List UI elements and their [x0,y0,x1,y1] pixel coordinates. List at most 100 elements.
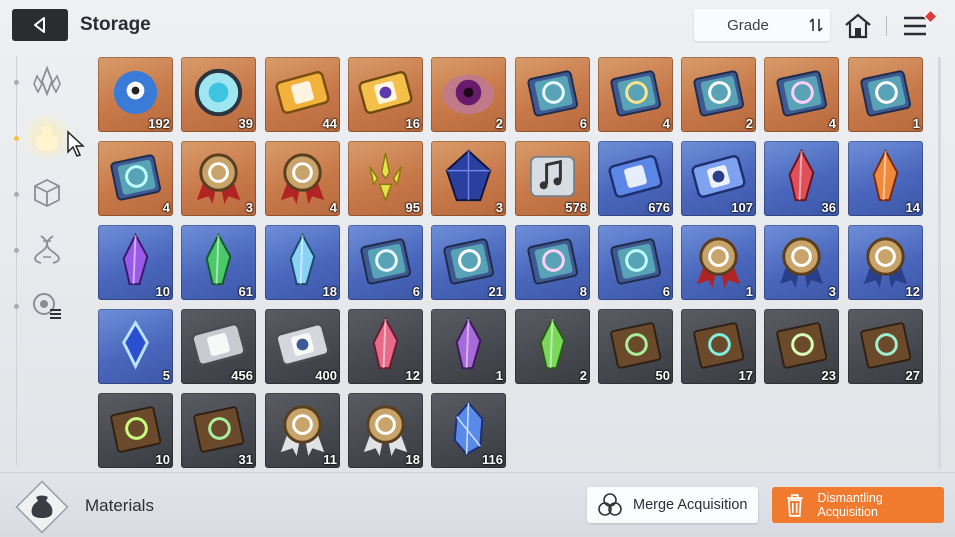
inventory-item[interactable]: 44 [265,57,340,132]
inventory-item[interactable]: 107 [681,141,756,216]
inventory-item[interactable]: 39 [181,57,256,132]
book-bolt-icon [110,406,162,453]
gold-shards-icon [369,152,402,203]
materials-bag-icon [15,480,69,534]
inventory-item[interactable]: 1 [848,57,923,132]
fire-crystal-icon [872,148,899,202]
sort-dropdown[interactable]: Grade [694,9,830,41]
inventory-item[interactable]: 400 [265,309,340,384]
merge-acquisition-button[interactable]: Merge Acquisition [587,487,758,523]
item-count: 12 [905,284,920,299]
inventory-item[interactable]: 1 [681,225,756,300]
inventory-item[interactable]: 4 [598,57,673,132]
sidebar-tab-crystals[interactable] [26,60,68,102]
item-count: 192 [148,116,170,131]
inventory-item[interactable]: 36 [764,141,839,216]
inventory-item[interactable]: 21 [431,225,506,300]
inventory-item[interactable]: 5 [98,309,173,384]
inventory-item[interactable]: 116 [431,393,506,468]
inventory-item[interactable]: 18 [348,393,423,468]
inventory-item[interactable]: 4 [98,141,173,216]
book-sword-icon [610,322,662,369]
inventory-item[interactable]: 3 [181,141,256,216]
inventory-item[interactable]: 23 [764,309,839,384]
medal-bolt-icon [863,237,908,289]
inventory-item[interactable]: 4 [265,141,340,216]
inventory-item[interactable]: 61 [181,225,256,300]
blue-crystal-cluster-icon [453,401,484,456]
scrollbar-track[interactable] [938,57,941,469]
sort-label: Grade [727,16,769,34]
page-title: Storage [80,14,151,35]
silver-ticket-icon [191,323,246,366]
book-eye-icon [776,322,828,369]
inventory-item[interactable]: 27 [848,309,923,384]
inventory-item[interactable]: 2 [515,309,590,384]
item-count: 578 [565,200,587,215]
sidebar-dot [14,248,19,253]
item-count: 16 [405,116,420,131]
inventory-item[interactable]: 3 [431,141,506,216]
item-count: 400 [315,368,337,383]
item-count: 3 [828,284,836,299]
inventory-item[interactable]: 11 [265,393,340,468]
item-count: 6 [412,284,420,299]
inventory-item[interactable]: 10 [98,393,173,468]
green-crystal-icon [205,232,232,286]
inventory-item[interactable]: 12 [848,225,923,300]
book-wing-icon [860,322,912,369]
inventory-item[interactable]: 6 [515,57,590,132]
inventory-item[interactable]: 4 [764,57,839,132]
inventory-item[interactable]: 456 [181,309,256,384]
inventory-item[interactable]: 6 [598,225,673,300]
sort-order-icon[interactable] [802,9,830,41]
inventory-item[interactable]: 16 [348,57,423,132]
sidebar-tab-others[interactable] [26,284,68,326]
bag-icon [35,126,59,151]
inventory-item[interactable]: 10 [98,225,173,300]
item-count: 3 [245,200,253,215]
ice-crystal-icon [289,232,316,286]
inventory-item[interactable]: 17 [681,309,756,384]
inventory-item[interactable]: 192 [98,57,173,132]
inventory-item[interactable]: 50 [598,309,673,384]
item-count: 12 [405,368,420,383]
home-button[interactable] [842,10,874,42]
silver-chip-icon [275,323,330,366]
inventory-item[interactable]: 14 [848,141,923,216]
bronze-medal-cross-icon [280,405,325,457]
inventory-item[interactable]: 6 [348,225,423,300]
cube-icon [34,178,60,208]
sidebar-tab-boxes[interactable] [26,172,68,214]
sidebar-tab-materials[interactable] [22,114,72,160]
inventory-item[interactable]: 12 [348,309,423,384]
item-count: 4 [329,200,337,215]
item-count: 8 [579,284,587,299]
inventory-item[interactable]: 2 [681,57,756,132]
inventory-item[interactable]: 2 [431,57,506,132]
inventory-item[interactable]: 18 [265,225,340,300]
inventory-item[interactable]: 8 [515,225,590,300]
gold-ticket-icon [275,71,330,114]
sidebar-tab-genes[interactable] [26,228,68,270]
inventory-item[interactable]: 1 [431,309,506,384]
crystal-cluster-icon [33,65,61,97]
bronze-medal-target-icon [363,405,408,457]
inventory-item[interactable]: 578 [515,141,590,216]
item-count: 1 [912,116,920,131]
menu-button[interactable] [900,9,940,42]
sidebar-dot-active [14,136,19,141]
manual-target-icon [610,238,662,285]
back-button[interactable] [12,9,68,41]
inventory-item[interactable]: 95 [348,141,423,216]
item-count: 11 [323,452,337,467]
item-count: 116 [482,452,503,467]
manual-sword-icon [360,238,412,285]
item-count: 44 [322,116,337,131]
inventory-item[interactable]: 31 [181,393,256,468]
item-count: 3 [495,200,503,215]
category-label: Materials [85,496,154,515]
dismantling-acquisition-button[interactable]: Dismantling Acquisition [772,487,944,523]
inventory-item[interactable]: 676 [598,141,673,216]
inventory-item[interactable]: 3 [764,225,839,300]
